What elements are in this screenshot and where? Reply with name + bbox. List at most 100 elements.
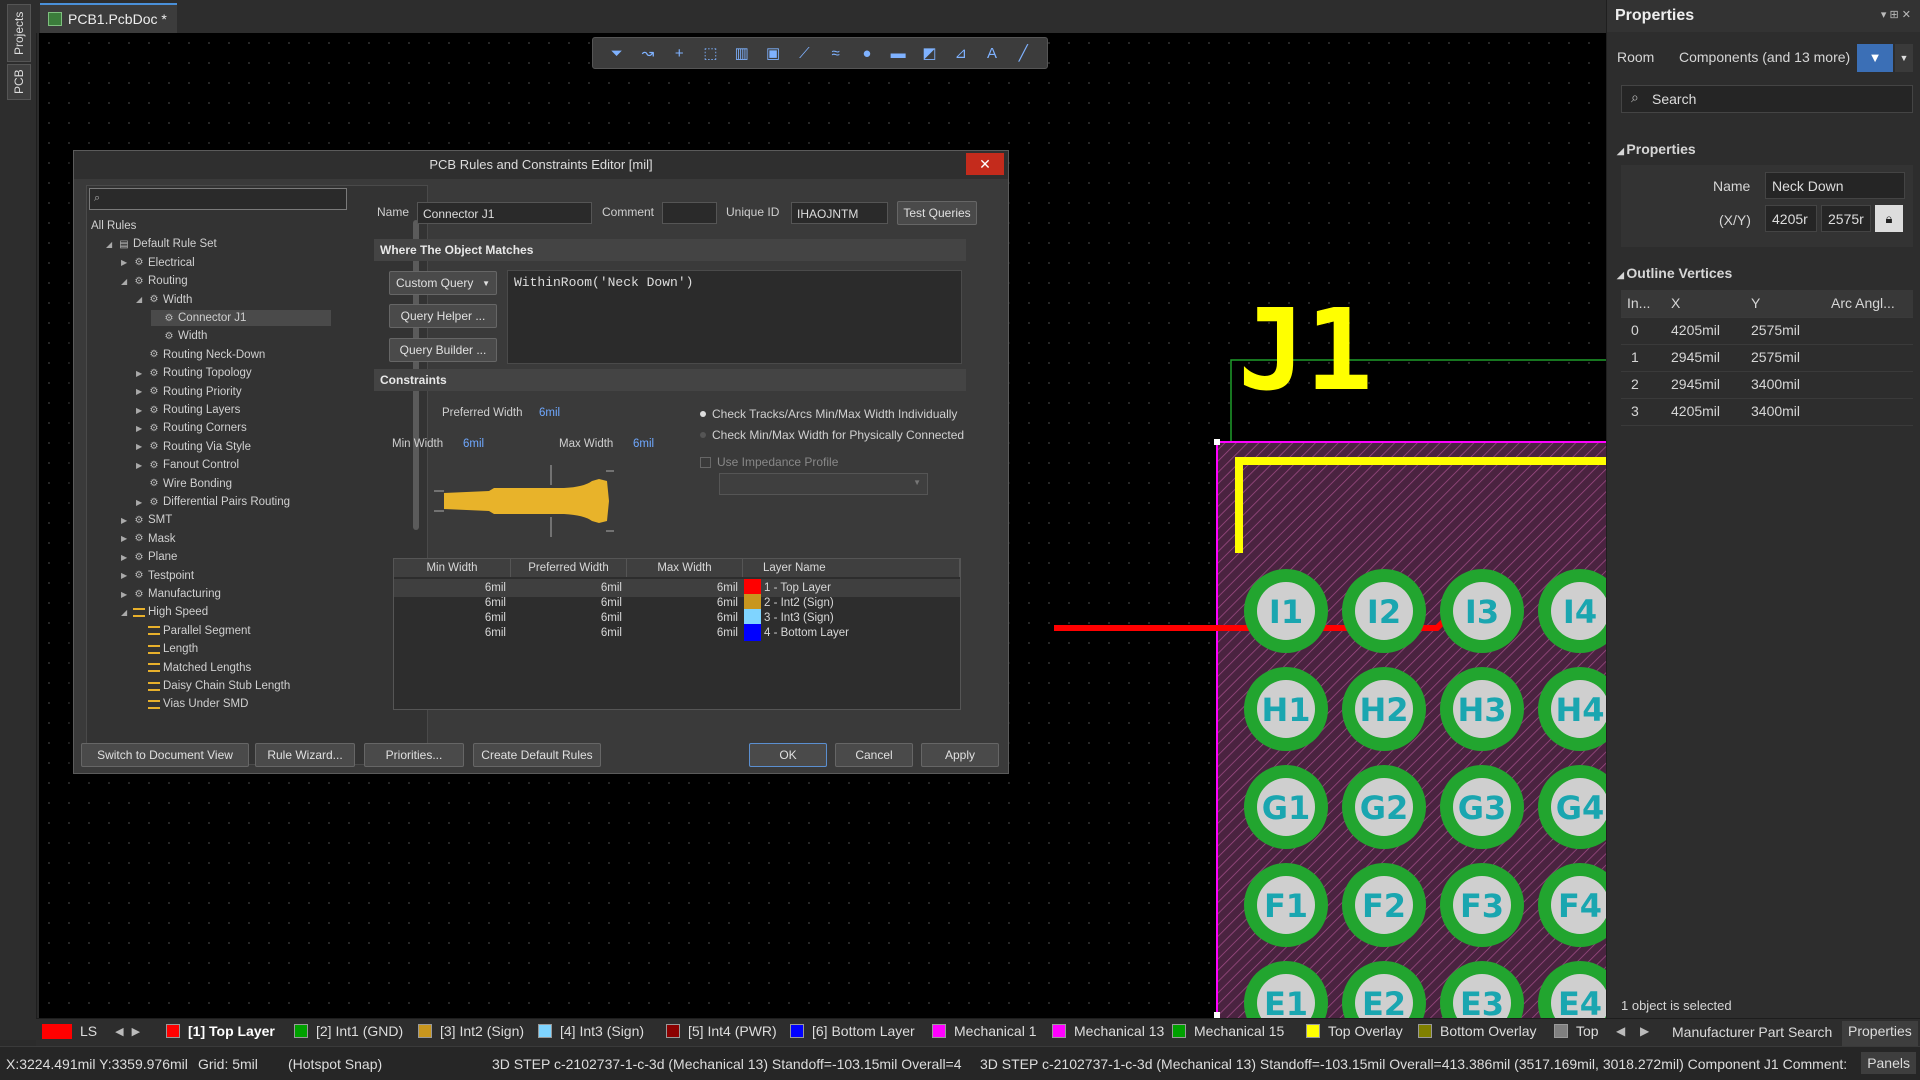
layer-tab[interactable]: [5] Int4 (PWR) (666, 1023, 777, 1039)
apply-button[interactable]: Apply (921, 743, 999, 767)
pad[interactable]: F3 (1440, 863, 1524, 947)
expand-icon[interactable]: ▶ (136, 369, 145, 378)
collapse-icon[interactable]: ◢ (121, 277, 130, 286)
query-type-select[interactable]: Custom Query ▼ (389, 271, 497, 295)
tree-item[interactable]: ▶ ⚙ Routing Via Style (136, 439, 251, 455)
layer-tab[interactable]: [6] Bottom Layer (790, 1023, 915, 1039)
tree-item[interactable]: Vias Under SMD (136, 696, 248, 712)
layer-tab[interactable]: Mechanical 13 (1052, 1023, 1164, 1039)
components-filter-label[interactable]: Components (and 13 more) (1679, 49, 1850, 65)
layer-tab[interactable]: LS ◀ ▶ (42, 1023, 140, 1039)
y-field[interactable]: 2575r (1821, 205, 1871, 232)
expand-icon[interactable]: ▶ (136, 461, 145, 470)
cancel-button[interactable]: Cancel (835, 743, 913, 767)
tree-item[interactable]: ▶ ⚙ SMT (121, 512, 172, 528)
max-width-cell[interactable]: 6mil (627, 624, 738, 642)
pad[interactable]: I3 (1440, 569, 1524, 653)
properties-section-header[interactable]: ◢ Properties (1617, 141, 1696, 157)
vertex-y[interactable]: 2575mil (1751, 317, 1800, 344)
tree-item[interactable]: ◢ High Speed (121, 604, 208, 620)
tree-item[interactable]: ▶ ⚙ Routing Topology (136, 365, 252, 381)
route-icon[interactable]: ↝ (637, 42, 659, 64)
layer-tab[interactable]: [1] Top Layer (166, 1023, 275, 1039)
min-width-cell[interactable]: 6mil (394, 624, 506, 642)
expand-icon[interactable]: ▶ (121, 571, 130, 580)
collapse-icon[interactable]: ◢ (121, 608, 130, 617)
layer-tab[interactable]: [4] Int3 (Sign) (538, 1023, 644, 1039)
check-individually-radio[interactable]: Check Tracks/Arcs Min/Max Width Individu… (700, 407, 957, 421)
fill-icon[interactable]: ▬ (887, 42, 909, 64)
tree-item[interactable]: ▶ ⚙ Routing Layers (136, 402, 240, 418)
cross-icon[interactable]: + (668, 42, 690, 64)
layer-tab[interactable]: Bottom Overlay (1418, 1023, 1536, 1039)
tree-item[interactable]: ⚙ Routing Neck-Down (136, 347, 266, 363)
tree-item[interactable]: ▶ ⚙ Manufacturing (121, 586, 221, 602)
tree-item[interactable]: Matched Lengths (136, 660, 251, 676)
rule-wizard-button[interactable]: Rule Wizard... (255, 743, 355, 767)
query-helper-button[interactable]: Query Helper ... (389, 304, 497, 328)
col-arc-angle[interactable]: Arc Angl... (1831, 290, 1895, 317)
pad-icon[interactable]: ● (856, 42, 878, 64)
vertex-row[interactable]: 3 4205mil 3400mil (1621, 398, 1913, 426)
query-editor[interactable]: WithinRoom('Neck Down') (507, 270, 962, 364)
filter-icon[interactable]: ⏷ (606, 42, 628, 64)
pcb-panel-tab[interactable]: PCB (7, 64, 31, 100)
expand-icon[interactable]: ▶ (136, 424, 145, 433)
tree-item[interactable]: Length (136, 641, 198, 657)
tree-item[interactable]: ◢ ▤ Default Rule Set (106, 236, 217, 252)
expand-icon[interactable]: ▶ (121, 553, 130, 562)
preferred-width-cell[interactable]: 6mil (511, 624, 622, 642)
col-min-width[interactable]: Min Width (394, 559, 511, 577)
vertex-handle[interactable] (1214, 439, 1220, 445)
pad[interactable]: I2 (1342, 569, 1426, 653)
outline-vertices-header[interactable]: ◢ Outline Vertices (1617, 265, 1732, 281)
vertex-x[interactable]: 2945mil (1671, 344, 1720, 371)
ok-button[interactable]: OK (749, 743, 827, 767)
vertex-y[interactable]: 2575mil (1751, 344, 1800, 371)
filter-icon[interactable]: ▼ (1857, 44, 1893, 72)
dimension-icon[interactable]: ⊿ (950, 42, 972, 64)
use-impedance-checkbox[interactable]: Use Impedance Profile (700, 455, 838, 469)
collapse-icon[interactable]: ◢ (136, 295, 145, 304)
room-name-field[interactable]: Neck Down (1765, 172, 1905, 199)
select-rect-icon[interactable]: ⬚ (699, 42, 721, 64)
tree-item[interactable]: Parallel Segment (136, 623, 251, 639)
tree-item[interactable]: ▶ ⚙ Testpoint (121, 568, 194, 584)
expand-icon[interactable]: ▶ (136, 406, 145, 415)
col-preferred-width[interactable]: Preferred Width (511, 559, 627, 577)
document-tab[interactable]: PCB1.PcbDoc * (40, 3, 177, 33)
preferred-width-value[interactable]: 6mil (539, 407, 560, 419)
unique-id-field[interactable]: IHAOJNTM (791, 202, 888, 224)
chart-icon[interactable]: ▥ (731, 42, 753, 64)
tree-item[interactable]: ◢ ⚙ Width (136, 292, 192, 308)
vertex-row[interactable]: 1 2945mil 2575mil (1621, 344, 1913, 372)
pad[interactable]: H3 (1440, 667, 1524, 751)
comment-field[interactable] (662, 202, 717, 224)
rule-name-field[interactable]: Connector J1 (417, 202, 592, 224)
layer-tab[interactable]: [3] Int2 (Sign) (418, 1023, 524, 1039)
test-queries-button[interactable]: Test Queries (897, 201, 977, 225)
impedance-profile-select[interactable]: ▼ (719, 473, 928, 495)
pad[interactable]: G1 (1244, 765, 1328, 849)
create-default-rules-button[interactable]: Create Default Rules (473, 743, 601, 767)
col-layer-name[interactable]: Layer Name (743, 559, 960, 577)
col-x[interactable]: X (1671, 290, 1680, 317)
chevron-down-icon[interactable]: ▼ (1895, 44, 1913, 72)
lock-icon[interactable]: 🔒︎ (1875, 205, 1903, 232)
query-builder-button[interactable]: Query Builder ... (389, 338, 497, 362)
tree-item[interactable]: ◢ ⚙ Routing (121, 273, 188, 289)
properties-tab[interactable]: Properties (1842, 1021, 1918, 1047)
pad[interactable]: G3 (1440, 765, 1524, 849)
layer-tab[interactable]: Mechanical 15 (1172, 1023, 1284, 1039)
expand-icon[interactable]: ▶ (136, 498, 145, 507)
line-icon[interactable]: ╱ (1012, 42, 1034, 64)
vertex-row[interactable]: 0 4205mil 2575mil (1621, 317, 1913, 345)
scroll-right-icon[interactable]: ▶ (1640, 1024, 1649, 1038)
col-max-width[interactable]: Max Width (627, 559, 743, 577)
pad[interactable]: H2 (1342, 667, 1426, 751)
panel-menu-icons[interactable]: ▾ ⊞ ✕ (1881, 8, 1911, 21)
pad[interactable]: F2 (1342, 863, 1426, 947)
text-icon[interactable]: A (981, 42, 1003, 64)
layer-tab[interactable]: Top (1554, 1023, 1599, 1039)
component-icon[interactable]: ▣ (762, 42, 784, 64)
